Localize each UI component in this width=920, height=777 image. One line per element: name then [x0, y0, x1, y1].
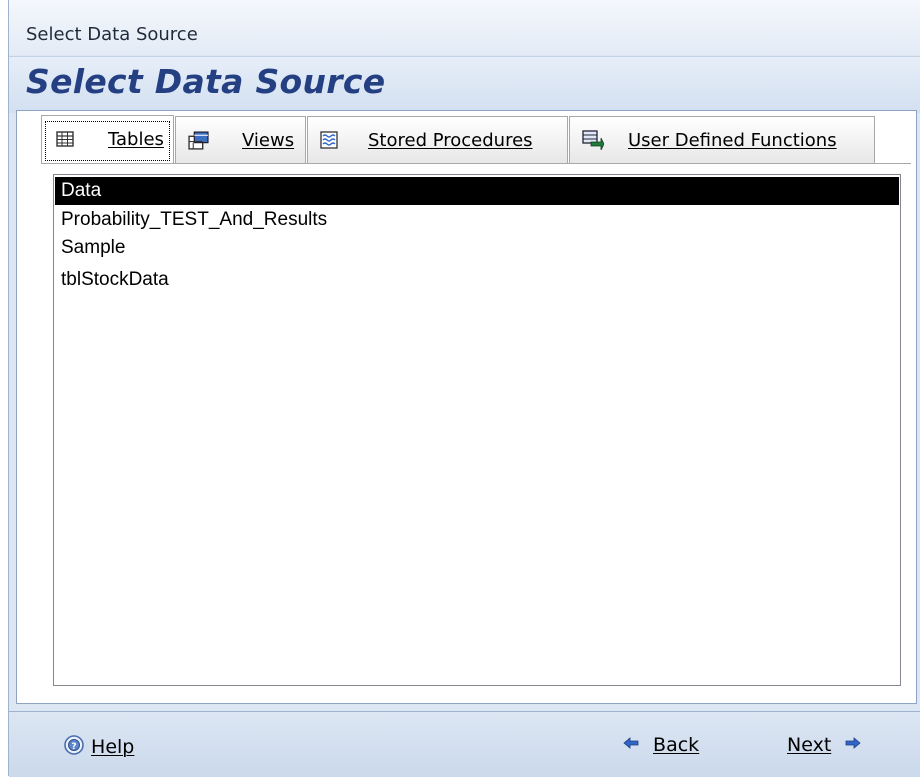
back-button[interactable]: Back [623, 734, 699, 764]
back-label: Back [653, 734, 700, 756]
list-item[interactable]: Probability_TEST_And_Results [55, 206, 899, 234]
tab-views-label: Views [242, 130, 295, 151]
help-icon: ? [64, 735, 84, 755]
list-item[interactable]: Sample [55, 234, 899, 262]
function-icon [582, 130, 604, 150]
tab-tables-label: Tables [108, 129, 164, 150]
arrow-left-icon [623, 737, 639, 749]
view-icon [188, 131, 209, 150]
tab-views[interactable]: Views [175, 116, 306, 163]
help-label: Help [91, 736, 135, 758]
tab-user-defined-functions[interactable]: User Defined Functions [569, 116, 875, 163]
next-button[interactable]: Next [787, 734, 861, 764]
table-icon [56, 131, 74, 147]
arrow-right-icon [845, 737, 861, 749]
dialog-window: Select Data Source Select Data Source Ta… [8, 0, 920, 777]
table-list[interactable]: Data Probability_TEST_And_Results Sample… [53, 174, 901, 686]
next-label: Next [787, 734, 832, 756]
stored-procedure-icon [320, 131, 338, 149]
tab-stored-procedures-label: Stored Procedures [368, 130, 533, 151]
svg-text:?: ? [71, 742, 76, 752]
tab-tables[interactable]: Tables [41, 115, 174, 164]
tab-panel-border [41, 163, 911, 164]
tab-user-defined-functions-label: User Defined Functions [628, 130, 837, 151]
tab-stored-procedures[interactable]: Stored Procedures [307, 116, 568, 163]
header-band: Select Data Source [9, 56, 920, 113]
footer-bar: ? Help Back Next [9, 711, 920, 777]
list-item[interactable]: Data [55, 177, 899, 205]
window-title: Select Data Source [26, 24, 198, 45]
page-title: Select Data Source [26, 62, 386, 101]
list-item[interactable]: tblStockData [55, 266, 899, 294]
help-button[interactable]: ? Help [63, 734, 134, 764]
title-bar: Select Data Source [9, 0, 920, 55]
